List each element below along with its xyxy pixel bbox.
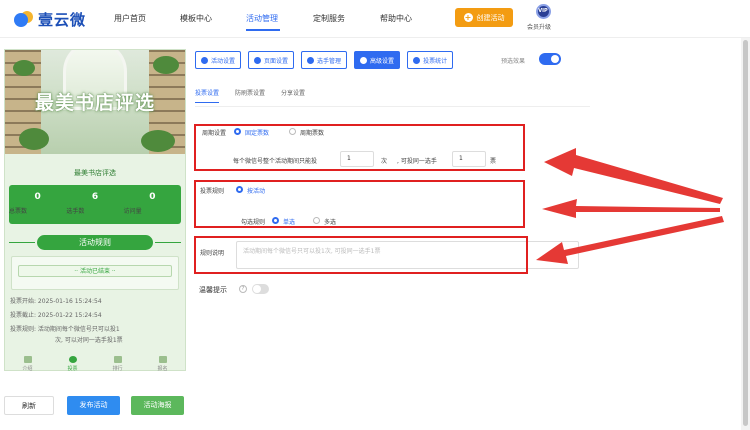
tab-label: 排行 (112, 366, 123, 372)
annotation-arrows (536, 148, 724, 264)
toolbar-label: 高级设置 (370, 57, 395, 65)
intro-icon (23, 356, 32, 363)
tab-player-management[interactable]: 选手管理 (301, 51, 348, 69)
subtab-share[interactable]: 分享设置 (281, 88, 305, 103)
plant-decoration (153, 56, 179, 74)
nav-item-templates[interactable]: 模板中心 (180, 13, 212, 24)
toolbar-label: 选手管理 (317, 57, 342, 65)
logo-text: 壹云微 (38, 11, 87, 29)
tab-advanced-settings[interactable]: 高级设置 (354, 51, 401, 69)
stat-visits: 0 访问量 (124, 185, 181, 224)
vote-icon (68, 356, 77, 363)
mobile-preview: 最美书店评选 最美书店评选 0 总票数 6 选手数 0 访问量 活动规则 ·· … (4, 49, 186, 372)
vip-icon: VIP (535, 4, 551, 19)
nav-active-indicator (246, 29, 280, 31)
toolbar-label: 页面设置 (264, 57, 289, 65)
subtabs-divider (195, 106, 590, 107)
subtab-vote-settings[interactable]: 投票设置 (195, 88, 220, 103)
preview-banner: 最美书店评选 (5, 50, 185, 154)
refresh-button[interactable]: 刷新 (4, 396, 54, 415)
stat-total-votes: 0 总票数 (9, 185, 66, 224)
tab-label: 介绍 (22, 366, 33, 372)
plant-decoration (19, 128, 49, 150)
bar-chart-icon (413, 56, 421, 64)
vote-rule-line: 次, 可以对同一选手投1票 (55, 337, 123, 344)
scrollbar-thumb[interactable] (743, 40, 748, 426)
settings-toolbar: 活动设置 页面设置 选手管理 高级设置 投票统计 (195, 51, 460, 69)
logo-icon (14, 10, 34, 29)
logo[interactable]: 壹云微 (14, 9, 86, 30)
red-arrow (542, 199, 720, 218)
stat-value: 0 (149, 192, 156, 202)
vote-start-time: 投票开始: 2025-01-16 15:24:54 (10, 298, 102, 305)
tab-label: 投票 (67, 366, 78, 372)
preview-tabbar: 介绍 投票 排行 报名 (5, 356, 185, 372)
sliders-icon (360, 56, 368, 64)
activity-ended-badge: ·· 活动已结束 ·· (18, 265, 172, 277)
rules-heading: 活动规则 (9, 235, 181, 250)
tab-activity-settings[interactable]: 活动设置 (195, 51, 242, 69)
vote-rule-line: 投票规则: 活动期间每个微信号只可以投1 (10, 326, 120, 333)
stat-players: 6 选手数 (66, 185, 123, 224)
create-activity-button[interactable]: + 创建活动 (455, 8, 513, 27)
gear-icon (254, 56, 262, 64)
toggle-knob (253, 285, 261, 293)
stats-panel: 0 总票数 6 选手数 0 访问量 (9, 185, 181, 224)
vip-upgrade[interactable]: VIP (531, 4, 555, 21)
signup-icon (158, 356, 167, 363)
tab-page-settings[interactable]: 页面设置 (248, 51, 295, 69)
plus-icon: + (463, 13, 473, 22)
vote-end-time: 投票截止: 2025-01-22 15:24:54 (10, 312, 102, 319)
plant-decoration (13, 60, 35, 76)
red-arrow (544, 148, 723, 204)
poster-button[interactable]: 活动海报 (131, 396, 184, 415)
stat-label: 访问量 (123, 208, 142, 215)
nav-item-home[interactable]: 用户首页 (114, 13, 146, 24)
banner-title: 最美书店评选 (34, 92, 155, 114)
stat-label: 选手数 (66, 208, 85, 215)
page-scrollbar[interactable] (741, 38, 750, 430)
tab-vote-stats[interactable]: 投票统计 (407, 51, 454, 69)
tab-signup[interactable]: 报名 (140, 356, 185, 372)
nav-item-help[interactable]: 帮助中心 (380, 13, 412, 24)
red-arrow (536, 216, 724, 264)
activity-name: 最美书店评选 (74, 169, 116, 177)
reminder-label: 温馨提示 (199, 286, 227, 294)
tab-intro[interactable]: 介绍 (5, 356, 50, 372)
preselect-label: 预选效果 (501, 58, 526, 65)
help-icon[interactable]: ? (239, 285, 247, 293)
ranking-icon (113, 356, 122, 363)
users-icon (307, 56, 315, 64)
highlight-box (194, 124, 525, 171)
top-navbar: 壹云微 用户首页 模板中心 活动管理 定制服务 帮助中心 + 创建活动 VIP … (0, 0, 750, 38)
nav-item-activity[interactable]: 活动管理 (246, 13, 278, 24)
tab-ranking[interactable]: 排行 (95, 356, 140, 372)
nav-item-custom[interactable]: 定制服务 (313, 13, 345, 24)
subtabs: 投票设置 防刷票设置 分享设置 (195, 88, 321, 103)
stat-value: 6 (91, 192, 99, 202)
create-activity-label: 创建活动 (476, 13, 505, 22)
toolbar-label: 投票统计 (423, 57, 448, 65)
highlight-box (194, 180, 525, 228)
stat-value: 0 (34, 192, 41, 202)
vip-upgrade-label[interactable]: 会员升级 (527, 22, 551, 31)
preselect-toggle[interactable] (539, 53, 561, 65)
toggle-knob (551, 55, 559, 63)
plant-decoration (141, 130, 175, 152)
stat-label: 总票数 (9, 208, 28, 215)
toolbar-label: 活动设置 (211, 57, 236, 65)
subtab-anti-fraud[interactable]: 防刷票设置 (235, 88, 265, 103)
highlight-box (194, 236, 528, 274)
gear-icon (201, 56, 208, 64)
publish-button[interactable]: 发布活动 (67, 396, 120, 415)
tab-label: 报名 (157, 366, 168, 372)
rules-box: ·· 活动已结束 ·· (11, 256, 179, 290)
tab-vote[interactable]: 投票 (50, 356, 95, 372)
reminder-toggle[interactable] (252, 284, 269, 294)
